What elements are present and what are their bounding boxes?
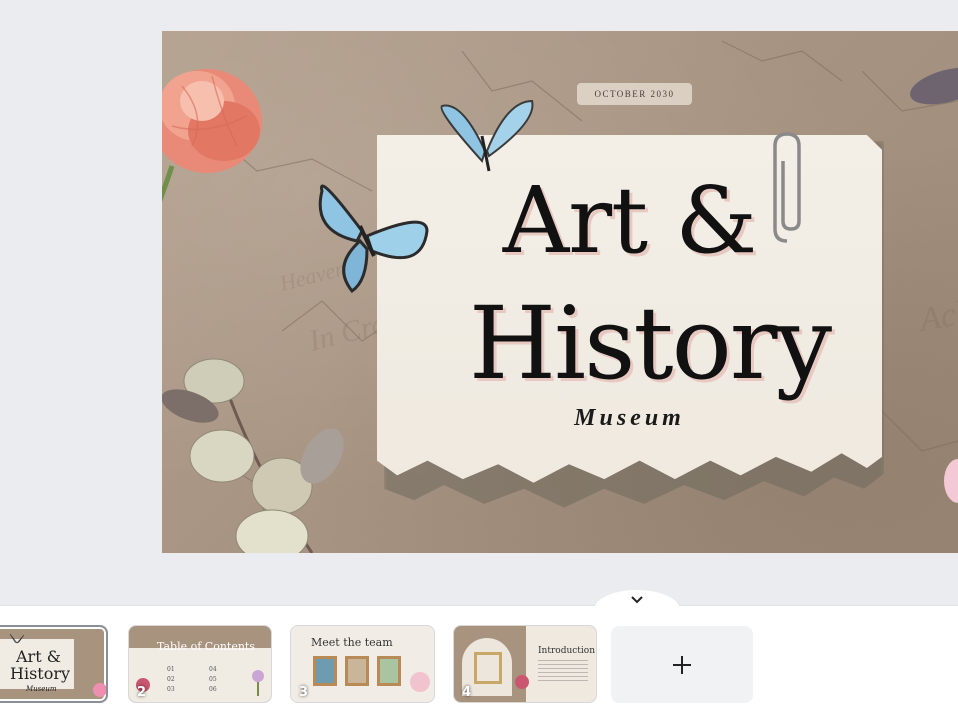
collapse-filmstrip-button[interactable] <box>594 590 680 610</box>
butterfly-small-icon[interactable] <box>437 96 537 176</box>
thumb-item: 03 <box>167 686 175 693</box>
thumb-item: 04 <box>209 666 217 673</box>
leaf-icon <box>910 67 958 105</box>
team-photo <box>345 656 369 686</box>
slide-title-line2[interactable]: History <box>397 289 902 399</box>
thumbnail-number: 2 <box>137 685 147 700</box>
pink-flower-icon <box>944 459 958 503</box>
thumb-title: Meet the team <box>311 636 393 649</box>
date-badge[interactable]: OCTOBER 2030 <box>577 83 692 105</box>
slide-subtitle[interactable]: Museum <box>377 405 882 432</box>
slide-thumbnail-3[interactable]: Meet the team 3 <box>290 625 435 703</box>
flower-icon <box>515 675 529 689</box>
paperclip-icon[interactable] <box>767 131 807 251</box>
slide-thumbnail-2[interactable]: Table of Contents 01 02 03 04 05 06 2 <box>128 625 272 703</box>
chevron-down-icon <box>631 596 643 604</box>
add-slide-button[interactable] <box>611 626 753 703</box>
thumb-item: 01 <box>167 666 175 673</box>
butterfly-icon[interactable] <box>312 171 432 296</box>
thumb-subtitle: Museum <box>26 685 57 693</box>
team-photo <box>313 656 337 686</box>
slide-thumbnail-1[interactable]: Art & History Museum <box>0 625 108 703</box>
flower-icon <box>252 670 264 696</box>
flower-icon <box>410 672 430 692</box>
thumb-item: 06 <box>209 686 217 693</box>
thumb-item: 05 <box>209 676 217 683</box>
thumb-item: 02 <box>167 676 175 683</box>
thumb-body-text <box>538 660 588 682</box>
slide-thumbnail-4[interactable]: Introduction 4 <box>453 625 597 703</box>
butterfly-icon <box>9 633 25 644</box>
thumb-title-line2: History <box>10 664 71 683</box>
slide-canvas[interactable]: In Crow Heavens Ack OCTOBER 2030 Art & H… <box>162 31 958 553</box>
thumb-title: Table of Contents <box>157 640 256 653</box>
thumbnail-number: 3 <box>299 685 309 700</box>
svg-text:Ack: Ack <box>915 293 958 339</box>
plus-icon <box>673 655 691 674</box>
eucalyptus-leaves-icon[interactable] <box>162 346 352 553</box>
thumb-title: Introduction <box>538 646 595 656</box>
gold-frame <box>474 652 502 684</box>
thumbnail-number: 4 <box>462 685 472 700</box>
pink-flower-icon <box>93 683 106 697</box>
peony-flower-icon[interactable] <box>162 46 282 221</box>
team-photo <box>377 656 401 686</box>
